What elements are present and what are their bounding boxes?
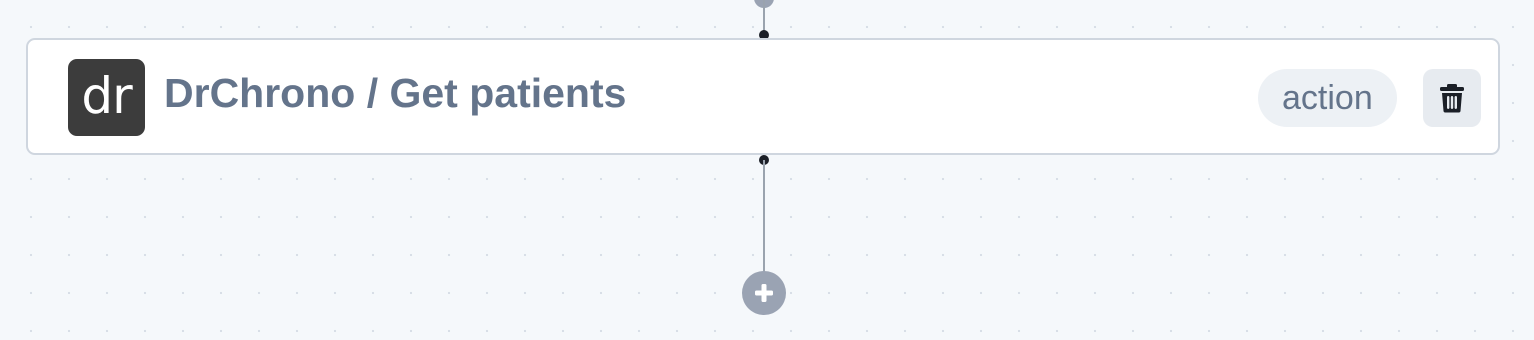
trash-icon bbox=[1440, 84, 1464, 113]
incoming-edge bbox=[763, 0, 765, 34]
delete-node-button[interactable] bbox=[1423, 69, 1481, 127]
node-type-badge: action bbox=[1258, 69, 1397, 127]
plus-icon bbox=[755, 284, 773, 302]
outgoing-edge bbox=[763, 160, 765, 272]
app-logo-text: dr bbox=[81, 66, 132, 125]
add-step-button[interactable] bbox=[742, 271, 786, 315]
drchrono-logo-icon: dr bbox=[68, 59, 145, 136]
workflow-node[interactable]: dr DrChrono / Get patients action bbox=[26, 38, 1500, 155]
node-title: DrChrono / Get patients bbox=[164, 70, 627, 116]
flow-canvas[interactable]: dr DrChrono / Get patients action bbox=[0, 0, 1534, 340]
